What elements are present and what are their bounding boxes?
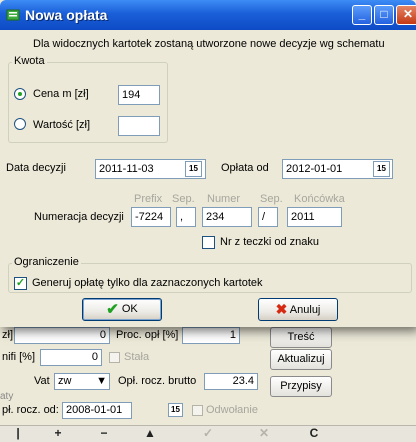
wartosc-label: Wartość [zł]	[33, 119, 91, 131]
new-fee-dialog: Nowa opłata _ □ ✕ Dla widocznych kartote…	[0, 0, 416, 327]
numer-input[interactable]: 234	[202, 207, 252, 227]
bg-brutto-field[interactable]: 23.4	[204, 373, 258, 390]
ok-button[interactable]: ✔ OK	[82, 298, 162, 321]
bg-row1-label: zł]	[2, 329, 13, 341]
vat-select[interactable]: zw ▼	[54, 373, 110, 390]
bg-bon-field[interactable]: 0	[40, 349, 102, 366]
sep2-label: Sep.	[260, 193, 283, 205]
minimize-icon: _	[358, 7, 366, 21]
navigator-bar: | + − ▲ ✓ ✕ C	[0, 425, 416, 442]
x-icon: ✖	[275, 301, 288, 317]
chevron-down-icon: ▼	[96, 375, 107, 387]
data-decyzji-label: Data decyzji	[6, 162, 66, 174]
cena-radio[interactable]	[14, 88, 26, 100]
tresc-button[interactable]: Treść	[270, 327, 332, 348]
stala-checkbox[interactable]	[109, 352, 120, 363]
bg-brutto-label: Opł. rocz. brutto	[118, 375, 197, 387]
bg-bon-label: nifi [%]	[2, 351, 36, 363]
cancel-button[interactable]: ✖ Anuluj	[258, 298, 338, 321]
cena-input[interactable]: 194	[118, 85, 160, 105]
vat-value: zw	[58, 375, 72, 387]
oplata-od-value: 2012-01-01	[286, 163, 343, 175]
bg-row1-field[interactable]: 0	[14, 327, 110, 344]
odwolanie-checkbox[interactable]	[192, 405, 203, 416]
bg-side-label: aty	[0, 391, 14, 402]
calendar-icon[interactable]: 15	[185, 161, 202, 177]
nav-delete-button[interactable]: −	[86, 426, 122, 442]
app-icon	[6, 9, 20, 21]
close-icon: ✕	[402, 7, 414, 21]
bg-vat-label: Vat	[34, 375, 50, 387]
nav-post-button[interactable]: ✓	[190, 426, 226, 442]
nav-refresh-button[interactable]: C	[296, 426, 332, 442]
sep1-label: Sep.	[172, 193, 195, 205]
prefix-input[interactable]: -7224	[131, 207, 171, 227]
calendar-icon[interactable]: 15	[373, 161, 390, 177]
nav-edit-button[interactable]: ▲	[132, 426, 168, 442]
sep2-input[interactable]: /	[258, 207, 278, 227]
bg-proc-field[interactable]: 1	[182, 327, 240, 344]
maximize-button[interactable]: □	[374, 5, 394, 25]
odwolanie-label: Odwołanie	[206, 404, 258, 416]
numeracja-label: Numeracja decyzji	[34, 211, 124, 223]
nr-z-teczki-checkbox[interactable]	[202, 236, 215, 249]
koncowka-label: Końcówka	[294, 193, 345, 205]
bg-od-field[interactable]: 2008-01-01	[62, 402, 132, 419]
bg-od-label: pł. rocz. od:	[2, 404, 59, 416]
generuj-checkbox[interactable]: ✓	[14, 277, 27, 290]
prefix-label: Prefix	[134, 193, 163, 205]
koncowka-input[interactable]: 2011	[287, 207, 342, 227]
close-button[interactable]: ✕	[396, 5, 416, 25]
numer-label: Numer	[207, 193, 241, 205]
nav-add-button[interactable]: +	[40, 426, 76, 442]
oplata-od-label: Opłata od	[221, 162, 269, 174]
title-bar: Nowa opłata _ □ ✕	[0, 0, 416, 30]
cancel-label: Anuluj	[289, 304, 321, 316]
info-text: Dla widocznych kartotek zostaną utworzon…	[33, 38, 385, 50]
stala-label: Stała	[124, 351, 150, 363]
calendar-icon[interactable]: 15	[168, 403, 183, 417]
check-icon: ✔	[106, 301, 119, 318]
wartosc-input[interactable]	[118, 116, 160, 136]
sep1-input[interactable]: ,	[176, 207, 196, 227]
aktualizuj-button[interactable]: Aktualizuj	[270, 349, 332, 370]
przypisy-button[interactable]: Przypisy	[270, 376, 332, 397]
nav-first-button[interactable]: |	[0, 426, 36, 442]
generuj-label: Generuj opłatę tylko dla zaznaczonych ka…	[32, 277, 263, 289]
minimize-button[interactable]: _	[352, 5, 372, 25]
bg-proc-label: Proc. opł [%]	[116, 329, 179, 341]
ok-label: OK	[121, 303, 138, 315]
cena-label: Cena m [zł]	[33, 88, 89, 100]
maximize-icon: □	[380, 7, 388, 21]
ograniczenie-legend: Ograniczenie	[12, 256, 81, 268]
kwota-legend: Kwota	[12, 55, 47, 67]
nav-cancel-button[interactable]: ✕	[246, 426, 282, 442]
wartosc-radio[interactable]	[14, 118, 26, 130]
nr-z-teczki-label: Nr z teczki od znaku	[220, 236, 320, 248]
dialog-title: Nowa opłata	[25, 7, 108, 23]
data-decyzji-value: 2011-11-03	[99, 163, 154, 175]
